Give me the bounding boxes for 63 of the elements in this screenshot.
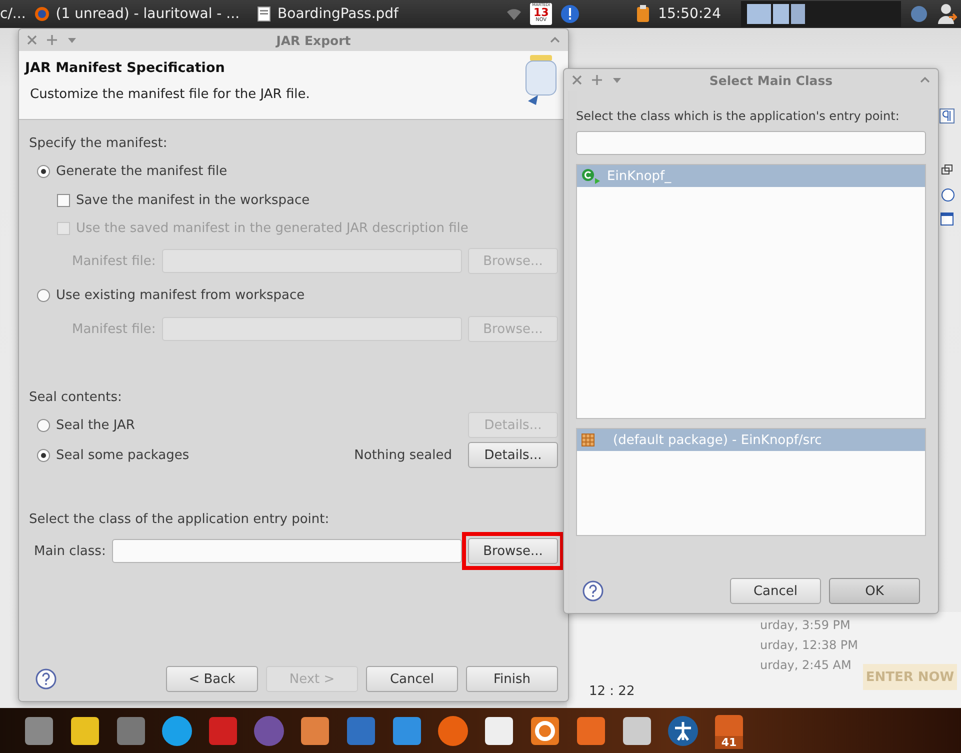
workspace-switcher-icon[interactable]: [747, 4, 807, 24]
user-icon[interactable]: [937, 3, 957, 25]
help-icon[interactable]: [582, 580, 604, 602]
dialog-button[interactable]: Cancel: [366, 666, 458, 692]
dialog-button[interactable]: Browse...: [468, 538, 558, 564]
status-text: Nothing sealed: [354, 448, 452, 462]
option-label: Use existing manifest from workspace: [56, 288, 306, 302]
date-text: urday, 3:59 PM: [760, 618, 852, 632]
restore-icon[interactable]: [941, 164, 953, 176]
prompt-text: Select the class which is the application's entry point:: [576, 108, 900, 125]
field-label: Main class:: [34, 544, 106, 558]
sphere-icon[interactable]: [252, 714, 286, 748]
wifi-icon[interactable]: [506, 7, 522, 21]
dialog-button[interactable]: < Back: [166, 666, 258, 692]
help-icon[interactable]: [35, 668, 57, 690]
window-title: Select Main Class: [708, 72, 834, 88]
radio-button[interactable]: [37, 418, 50, 432]
close-icon[interactable]: [27, 35, 37, 45]
pilcrow-icon[interactable]: [939, 108, 955, 124]
radio-button[interactable]: [37, 448, 50, 462]
date-text: urday, 2:45 AM: [760, 658, 852, 672]
field-label: Manifest file:: [72, 322, 156, 336]
menu-caret-icon[interactable]: [67, 35, 77, 45]
filter-field[interactable]: [576, 131, 926, 155]
close-icon[interactable]: [572, 75, 582, 85]
info-icon[interactable]: [560, 4, 580, 24]
window-title: JAR Export: [274, 32, 352, 48]
menu-caret-icon[interactable]: [612, 75, 622, 85]
plus-icon[interactable]: [592, 75, 602, 85]
checkbox[interactable]: [57, 194, 70, 206]
date-text: urday, 12:38 PM: [760, 638, 858, 652]
option-label: Use the saved manifest in the generated JAR description file: [76, 220, 470, 236]
plus-icon[interactable]: [47, 35, 57, 45]
collapse-caret-icon[interactable]: [550, 35, 560, 45]
field-label: Manifest file:: [72, 254, 156, 268]
dialog-button[interactable]: OK: [829, 578, 920, 604]
window-icon[interactable]: [940, 212, 954, 226]
page-heading: JAR Manifest Specification: [25, 60, 226, 76]
package-icon: [581, 433, 595, 447]
collapse-caret-icon[interactable]: [920, 75, 930, 85]
section-heading: Specify the manifest:: [29, 134, 168, 152]
status-time: 12 : 22: [589, 684, 635, 699]
task-label[interactable]: c/...: [0, 6, 26, 22]
clipboard-icon[interactable]: [636, 5, 650, 23]
option-label: Seal some packages: [56, 448, 190, 462]
page-description: Customize the manifest file for the JAR file.: [29, 87, 311, 102]
dialog-button[interactable]: Finish: [466, 666, 558, 692]
class-icon: [581, 168, 601, 184]
option-label: Seal the JAR: [56, 418, 136, 432]
section-heading: Select the class of the application entry point:: [29, 510, 330, 528]
task-label[interactable]: (1 unread) - lauritowal - ...: [56, 6, 240, 22]
radio-button[interactable]: [37, 164, 50, 178]
text-field[interactable]: [112, 539, 462, 563]
dialog-button[interactable]: Details...: [468, 442, 558, 468]
radio-button[interactable]: [37, 288, 50, 302]
dialog-button[interactable]: Cancel: [730, 578, 821, 604]
clock: 15:50:24: [658, 6, 721, 22]
count-badge: 41: [715, 736, 743, 749]
person-icon[interactable]: [666, 714, 700, 748]
task-label[interactable]: BoardingPass.pdf: [278, 6, 398, 22]
section-heading: Seal contents:: [29, 388, 123, 406]
option-label: Save the manifest in the workspace: [76, 192, 311, 208]
option-label: Generate the manifest file: [56, 164, 228, 178]
